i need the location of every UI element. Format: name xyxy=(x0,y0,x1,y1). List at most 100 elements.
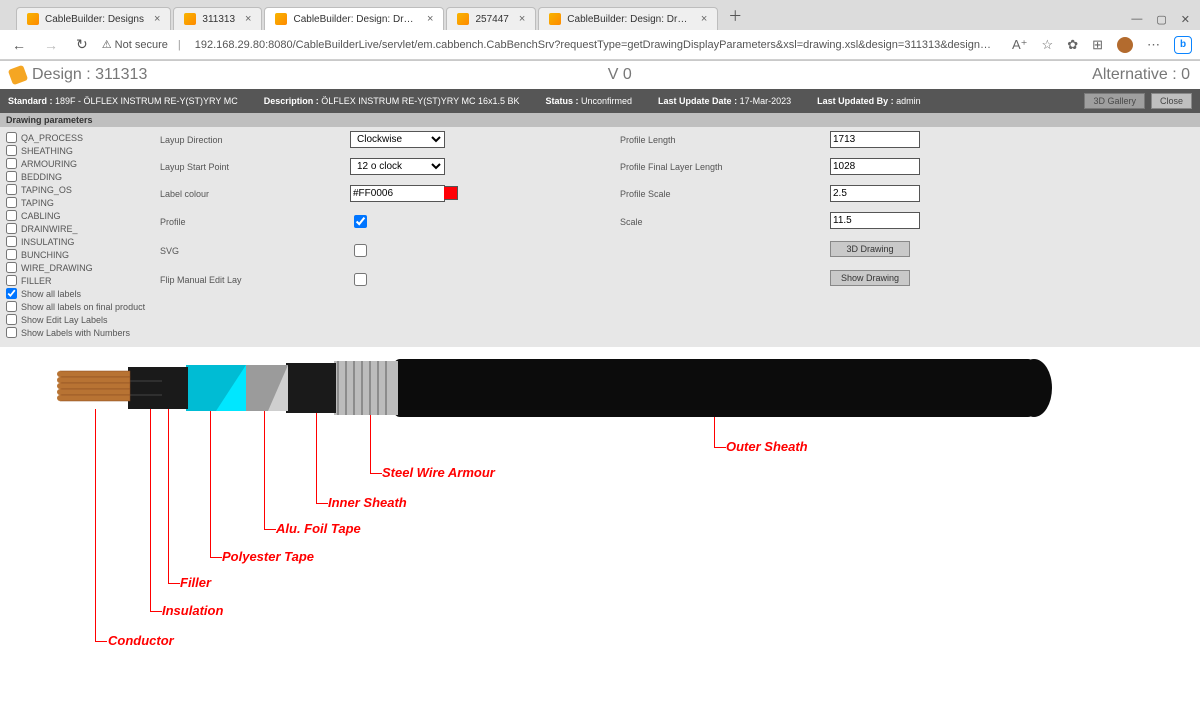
svg-checkbox[interactable] xyxy=(354,244,367,257)
check-wire-drawing[interactable]: WIRE_DRAWING xyxy=(6,261,154,274)
checkbox[interactable] xyxy=(6,314,17,325)
checkbox[interactable] xyxy=(6,288,17,299)
checkbox[interactable] xyxy=(6,262,17,273)
checkbox-label: TAPING xyxy=(21,198,54,208)
tab-active[interactable]: CableBuilder: Design: Drawing× xyxy=(264,7,444,30)
tab-label: CableBuilder: Design: Drawing xyxy=(567,14,691,25)
flip-checkbox[interactable] xyxy=(354,273,367,286)
check-cabling[interactable]: CABLING xyxy=(6,209,154,222)
close-button[interactable]: Close xyxy=(1151,93,1192,109)
checkbox[interactable] xyxy=(6,327,17,338)
checkbox[interactable] xyxy=(6,301,17,312)
check-insulating[interactable]: INSULATING xyxy=(6,235,154,248)
profile-scale-label: Profile Scale xyxy=(620,189,820,199)
3d-gallery-button[interactable]: 3D Gallery xyxy=(1084,93,1145,109)
close-window-icon[interactable]: ✕ xyxy=(1181,13,1190,26)
checkbox[interactable] xyxy=(6,145,17,156)
tab[interactable]: CableBuilder: Designs× xyxy=(16,7,171,30)
profile-final-input[interactable] xyxy=(830,158,920,175)
checkbox[interactable] xyxy=(6,158,17,169)
read-aloud-icon[interactable]: A⁺ xyxy=(1012,37,1028,53)
checkbox-label: BEDDING xyxy=(21,172,62,182)
checkbox-label: Show all labels on final product xyxy=(21,302,145,312)
tab-label: 311313 xyxy=(202,14,235,25)
back-icon[interactable]: ← xyxy=(8,35,30,55)
bing-icon[interactable]: b xyxy=(1174,36,1192,54)
profile-scale-input[interactable] xyxy=(830,185,920,202)
scale-input[interactable] xyxy=(830,212,920,229)
check-taping-os[interactable]: TAPING_OS xyxy=(6,183,154,196)
checkbox[interactable] xyxy=(6,197,17,208)
drawing-canvas: Conductor Insulation Filler Polyester Ta… xyxy=(0,347,1200,717)
checkbox[interactable] xyxy=(6,249,17,260)
refresh-icon[interactable]: ↻ xyxy=(72,34,92,55)
check-drainwire-[interactable]: DRAINWIRE_ xyxy=(6,222,154,235)
checkbox[interactable] xyxy=(6,171,17,182)
checkbox-label: Show Edit Lay Labels xyxy=(21,315,108,325)
label-colour-input[interactable] xyxy=(350,185,445,202)
tab-close-icon[interactable]: × xyxy=(701,13,707,25)
checkbox[interactable] xyxy=(6,236,17,247)
flip-label: Flip Manual Edit Lay xyxy=(160,275,340,285)
form-grid: Layup Direction Clockwise Profile Length… xyxy=(160,131,1200,339)
profile-final-label: Profile Final Layer Length xyxy=(620,162,820,172)
checkbox-label: BUNCHING xyxy=(21,250,69,260)
check-show-labels-with-numbers[interactable]: Show Labels with Numbers xyxy=(6,326,154,339)
layup-direction-select[interactable]: Clockwise xyxy=(350,131,445,148)
check-armouring[interactable]: ARMOURING xyxy=(6,157,154,170)
check-bunching[interactable]: BUNCHING xyxy=(6,248,154,261)
new-tab-button[interactable]: ＋ xyxy=(720,2,750,30)
checkbox[interactable] xyxy=(6,210,17,221)
check-filler[interactable]: FILLER xyxy=(6,274,154,287)
tab-close-icon[interactable]: × xyxy=(154,13,160,25)
tab-close-icon[interactable]: × xyxy=(519,13,525,25)
favorite-icon[interactable]: ☆ xyxy=(1042,37,1054,53)
checkbox[interactable] xyxy=(6,184,17,195)
security-indicator[interactable]: ⚠ Not secure xyxy=(102,38,168,51)
status-label: Status : xyxy=(545,96,578,106)
check-qa-process[interactable]: QA_PROCESS xyxy=(6,131,154,144)
more-icon[interactable]: ⋯ xyxy=(1147,37,1160,53)
url-field[interactable]: 192.168.29.80:8080/CableBuilderLive/serv… xyxy=(191,37,1002,53)
info-strip: Standard : 189F - ÖLFLEX INSTRUM RE-Y(ST… xyxy=(0,89,1200,113)
checkbox[interactable] xyxy=(6,275,17,286)
tab[interactable]: CableBuilder: Design: Drawing × xyxy=(538,7,718,30)
tab-close-icon[interactable]: × xyxy=(427,13,433,25)
avatar[interactable] xyxy=(1117,37,1133,53)
favorites-bar-icon[interactable]: ✿ xyxy=(1067,37,1078,53)
check-bedding[interactable]: BEDDING xyxy=(6,170,154,183)
check-taping[interactable]: TAPING xyxy=(6,196,154,209)
tab[interactable]: 257447× xyxy=(446,7,536,30)
check-show-edit-lay-labels[interactable]: Show Edit Lay Labels xyxy=(6,313,154,326)
show-drawing-button[interactable]: Show Drawing xyxy=(830,270,910,286)
minimize-icon[interactable]: — xyxy=(1131,13,1142,26)
date-value: 17-Mar-2023 xyxy=(740,96,792,106)
tab[interactable]: 311313 × xyxy=(173,7,262,30)
layup-start-select[interactable]: 12 o clock xyxy=(350,158,445,175)
updatedby-value: admin xyxy=(896,96,921,106)
check-sheathing[interactable]: SHEATHING xyxy=(6,144,154,157)
tab-close-icon[interactable]: × xyxy=(245,13,251,25)
favicon xyxy=(27,13,39,25)
maximize-icon[interactable]: ▢ xyxy=(1156,13,1166,26)
checkbox-label: CABLING xyxy=(21,211,61,221)
updatedby-label: Last Updated By : xyxy=(817,96,894,106)
outer-sheath-label: Outer Sheath xyxy=(726,439,808,454)
scale-label: Scale xyxy=(620,217,820,227)
3d-drawing-button[interactable]: 3D Drawing xyxy=(830,241,910,257)
collections-icon[interactable]: ⊞ xyxy=(1092,37,1103,53)
forward-icon[interactable]: → xyxy=(40,35,62,55)
layup-direction-label: Layup Direction xyxy=(160,135,340,145)
checkbox[interactable] xyxy=(6,132,17,143)
insulation-label: Insulation xyxy=(162,603,223,618)
checkbox-label: WIRE_DRAWING xyxy=(21,263,93,273)
polyester-label: Polyester Tape xyxy=(222,549,314,564)
colour-swatch[interactable] xyxy=(444,186,458,200)
cable-drawing xyxy=(0,347,1200,717)
profile-checkbox[interactable] xyxy=(354,215,367,228)
date-label: Last Update Date : xyxy=(658,96,737,106)
check-show-all-labels-on-final-product[interactable]: Show all labels on final product xyxy=(6,300,154,313)
checkbox[interactable] xyxy=(6,223,17,234)
profile-length-input[interactable] xyxy=(830,131,920,148)
check-show-all-labels[interactable]: Show all labels xyxy=(6,287,154,300)
